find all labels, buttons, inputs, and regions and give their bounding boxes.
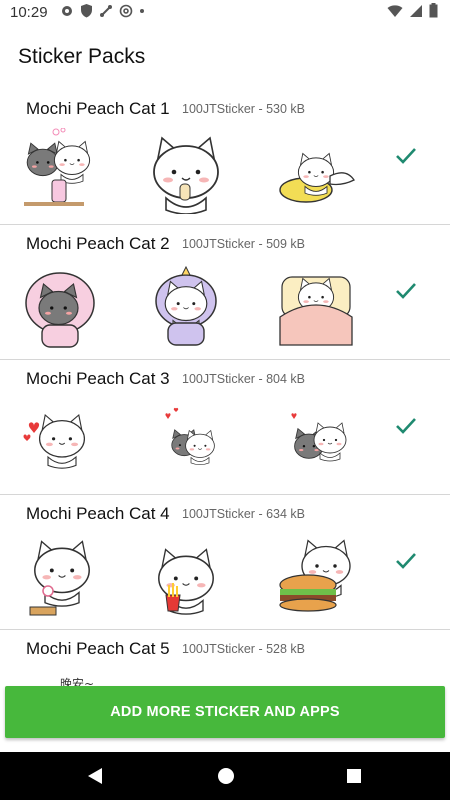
wifi-icon bbox=[387, 4, 403, 17]
add-more-sticker-button[interactable]: ADD MORE STICKER AND APPS bbox=[5, 686, 445, 738]
sticker-pack-row-4[interactable]: Mochi Peach Cat 4 100JTSticker - 634 kB bbox=[0, 495, 450, 630]
recent-apps-icon[interactable] bbox=[346, 768, 362, 784]
sticker-preview bbox=[279, 276, 353, 346]
sticker-preview bbox=[276, 668, 356, 686]
sticker-text: 晚安~ bbox=[60, 676, 94, 686]
bottom-action-bar: ADD MORE STICKER AND APPS bbox=[0, 686, 450, 748]
sticker-pack-row-1[interactable]: Mochi Peach Cat 1 100JTSticker - 530 kB bbox=[0, 90, 450, 225]
home-icon[interactable] bbox=[216, 766, 236, 786]
sticker-pack-row-2[interactable]: Mochi Peach Cat 2 100JTSticker - 509 kB bbox=[0, 225, 450, 360]
app-bar: Sticker Packs bbox=[0, 24, 450, 90]
sticker-preview bbox=[23, 414, 86, 469]
sticker-preview bbox=[24, 128, 91, 206]
sticker-pack-row-3[interactable]: Mochi Peach Cat 3 100JTSticker - 804 kB bbox=[0, 360, 450, 495]
signal-icon bbox=[410, 4, 422, 17]
added-check-icon bbox=[396, 418, 416, 434]
at-icon bbox=[119, 4, 133, 17]
pack-meta: 100JTSticker - 530 kB bbox=[182, 102, 306, 116]
sticker-preview bbox=[165, 407, 215, 466]
status-bar: 10:29 bbox=[0, 0, 450, 24]
added-check-icon bbox=[396, 283, 416, 299]
pack-meta: 100JTSticker - 528 kB bbox=[182, 642, 306, 656]
sticker-preview: 晚安~ bbox=[60, 676, 94, 686]
pack-name: Mochi Peach Cat 4 bbox=[26, 504, 170, 523]
pack-name: Mochi Peach Cat 3 bbox=[26, 369, 170, 388]
shield-icon bbox=[81, 4, 92, 18]
pack-meta: 100JTSticker - 804 kB bbox=[182, 372, 306, 386]
added-check-icon bbox=[396, 553, 416, 569]
system-nav-bar bbox=[0, 752, 450, 800]
sticker-preview bbox=[155, 265, 217, 346]
sticker-preview bbox=[279, 539, 351, 612]
page-title: Sticker Packs bbox=[18, 45, 146, 68]
pack-name: Mochi Peach Cat 5 bbox=[26, 639, 170, 658]
dot-icon bbox=[140, 8, 144, 13]
network-icon bbox=[100, 4, 112, 17]
pack-name: Mochi Peach Cat 2 bbox=[26, 234, 170, 253]
sticker-pack-list[interactable]: Mochi Peach Cat 1 100JTSticker - 530 kB … bbox=[0, 90, 450, 686]
pack-meta: 100JTSticker - 509 kB bbox=[182, 237, 306, 251]
sticker-pack-row-5[interactable]: Mochi Peach Cat 5 100JTSticker - 528 kB … bbox=[0, 630, 450, 686]
sticker-preview bbox=[153, 137, 219, 214]
sticker-preview bbox=[291, 413, 347, 462]
sticker-preview bbox=[146, 668, 226, 686]
added-check-icon bbox=[396, 148, 416, 164]
sticker-preview bbox=[29, 540, 90, 616]
sticker-preview bbox=[158, 548, 214, 615]
sticker-preview bbox=[25, 272, 95, 348]
back-icon[interactable] bbox=[86, 766, 104, 786]
sticker-preview bbox=[279, 153, 355, 203]
battery-icon bbox=[429, 3, 438, 18]
status-time: 10:29 bbox=[10, 4, 48, 21]
gear-icon bbox=[62, 5, 72, 16]
pack-name: Mochi Peach Cat 1 bbox=[26, 99, 170, 118]
pack-meta: 100JTSticker - 634 kB bbox=[182, 507, 306, 521]
